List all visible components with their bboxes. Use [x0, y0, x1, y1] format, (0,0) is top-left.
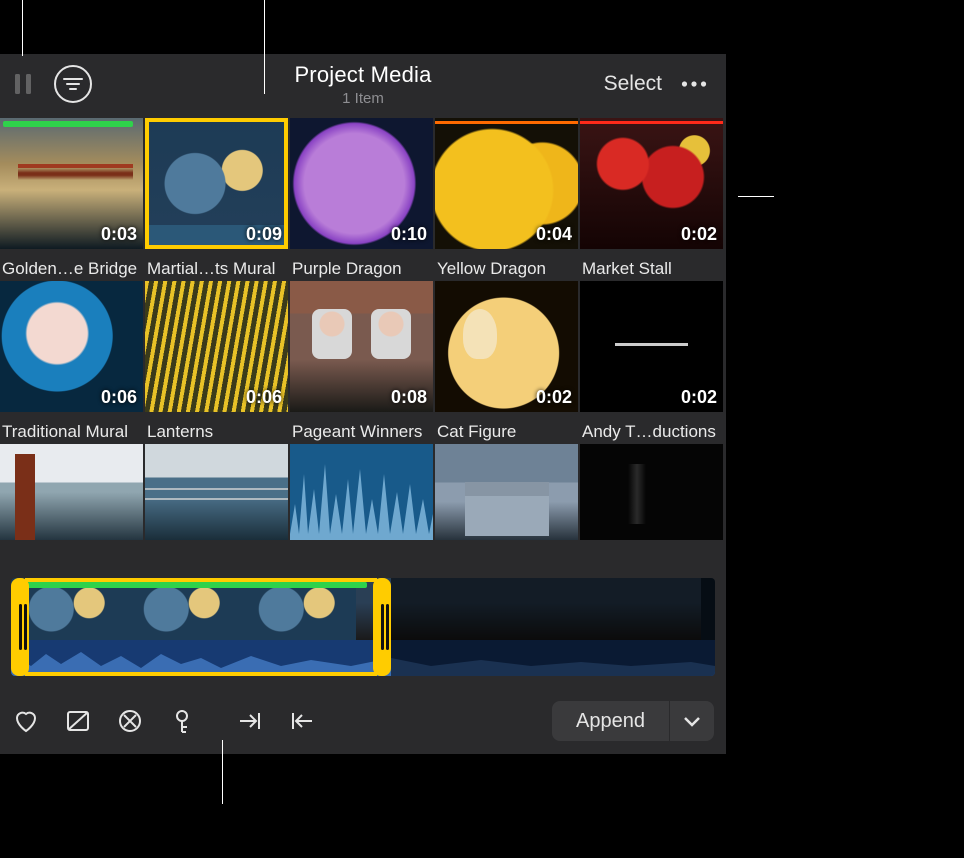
clip-grid: 0:03Golden…e Bridge0:09Martial…ts Mural0…: [0, 114, 726, 542]
filter-button[interactable]: [54, 65, 92, 103]
pause-icon: [12, 69, 34, 99]
clip-item[interactable]: [0, 444, 143, 542]
range-handle-left[interactable]: [11, 578, 29, 676]
reject-button[interactable]: [52, 699, 104, 743]
mark-in-button[interactable]: [224, 699, 276, 743]
clip-duration: 0:02: [681, 224, 717, 245]
clip-item[interactable]: 0:02 Cat Figure: [435, 281, 578, 444]
clip-name: Cat Figure: [437, 422, 516, 442]
favorite-marker: [3, 121, 133, 127]
media-browser-panel: Project Media 1 Item Select 0:03 Golden…e…: [0, 54, 726, 754]
clip-duration: 0:06: [246, 387, 282, 408]
clip-item[interactable]: [435, 444, 578, 542]
clip-item[interactable]: 0:10 Purple Dragon: [290, 118, 433, 281]
clip-item[interactable]: 0:06 Lanterns: [145, 281, 288, 444]
mark-out-button[interactable]: [276, 699, 328, 743]
keyword-button[interactable]: [156, 699, 208, 743]
unrate-button[interactable]: [104, 699, 156, 743]
append-menu-chevron[interactable]: [670, 701, 714, 741]
used-marker: [435, 121, 578, 124]
clip-name: Lanterns: [147, 422, 213, 442]
favorite-button[interactable]: [0, 699, 52, 743]
callout-line: [738, 196, 774, 197]
header-bar: Project Media 1 Item Select: [0, 54, 726, 114]
callout-line: [222, 740, 223, 804]
bottom-toolbar: Append: [0, 694, 726, 748]
reject-marker: [580, 121, 723, 124]
select-button[interactable]: Select: [592, 66, 674, 102]
clip-item[interactable]: [145, 444, 288, 542]
clip-duration: 0:08: [391, 387, 427, 408]
clip-duration: 0:04: [536, 224, 572, 245]
clip-name: Purple Dragon: [292, 259, 402, 279]
callout-line: [264, 0, 265, 94]
clip-item[interactable]: 0:03 Golden…e Bridge: [0, 118, 143, 281]
filmstrip[interactable]: [11, 578, 715, 676]
append-button[interactable]: Append: [552, 701, 670, 741]
clip-name: Traditional Mural: [2, 422, 128, 442]
clip-duration: 0:09: [246, 224, 282, 245]
range-handle-right[interactable]: [373, 578, 391, 676]
clip-item[interactable]: 0:02 Andy T…ductions: [580, 281, 723, 444]
clip-item[interactable]: [580, 444, 723, 542]
clip-duration: 0:03: [101, 224, 137, 245]
clip-duration: 0:02: [681, 387, 717, 408]
clip-item[interactable]: 0:02 Market Stall: [580, 118, 723, 281]
clip-name: Andy T…ductions: [582, 422, 716, 442]
callout-line: [22, 0, 23, 56]
more-button[interactable]: [674, 64, 714, 104]
clip-duration: 0:02: [536, 387, 572, 408]
clip-name: Martial…ts Mural: [147, 259, 275, 279]
clip-item[interactable]: 0:08 Pageant Winners: [290, 281, 433, 444]
append-group: Append: [552, 701, 714, 741]
clip-name: Pageant Winners: [292, 422, 422, 442]
clip-duration: 0:06: [101, 387, 137, 408]
clip-item[interactable]: 0:09 Martial…ts Mural: [145, 118, 288, 281]
clip-duration: 0:10: [391, 224, 427, 245]
clip-item[interactable]: [290, 444, 433, 542]
clip-item[interactable]: 0:06 Traditional Mural: [0, 281, 143, 444]
favorite-marker: [27, 582, 367, 588]
clip-name: Golden…e Bridge: [2, 259, 137, 279]
clip-name: Market Stall: [582, 259, 672, 279]
clip-name: Yellow Dragon: [437, 259, 546, 279]
clip-item[interactable]: 0:04 Yellow Dragon: [435, 118, 578, 281]
